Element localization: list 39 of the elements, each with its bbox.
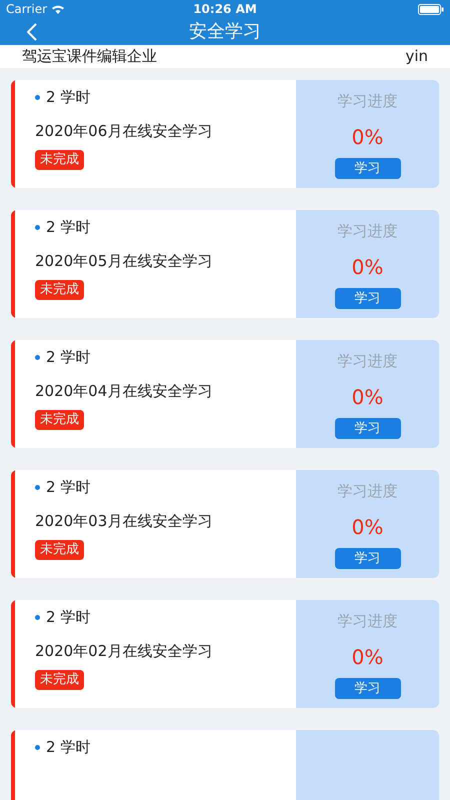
status-badge: 未完成 xyxy=(35,670,84,690)
clock-time: 10:26 AM xyxy=(193,1,257,18)
progress-value: 0% xyxy=(352,254,384,281)
study-button[interactable]: 学习 xyxy=(334,288,400,309)
status-badge: 未完成 xyxy=(35,410,84,430)
chevron-left-icon xyxy=(27,22,37,40)
course-title: 2020年03月在线安全学习 xyxy=(35,510,214,532)
wifi-icon xyxy=(51,4,66,14)
progress-label: 学习进度 xyxy=(338,90,398,112)
course-hours: 2 学时 xyxy=(46,217,90,238)
study-button[interactable]: 学习 xyxy=(334,158,400,179)
course-hours: 2 学时 xyxy=(46,607,90,628)
status-badge: 未完成 xyxy=(35,540,84,560)
course-hours: 2 学时 xyxy=(46,737,90,758)
carrier-label: Carrier xyxy=(6,1,48,18)
progress-value: 0% xyxy=(352,514,384,541)
user-name: yin xyxy=(405,46,428,67)
course-title: 2020年02月在线安全学习 xyxy=(35,640,214,662)
progress-label: 学习进度 xyxy=(338,480,398,502)
study-button[interactable]: 学习 xyxy=(334,418,400,439)
company-name: 驾运宝课件编辑企业 xyxy=(22,46,157,67)
progress-value: 0% xyxy=(352,644,384,671)
progress-label: 学习进度 xyxy=(338,610,398,632)
page-title: 安全学习 xyxy=(189,20,261,44)
course-title: 2020年04月在线安全学习 xyxy=(35,380,214,402)
course-title: 2020年05月在线安全学习 xyxy=(35,250,214,272)
progress-label: 学习进度 xyxy=(338,220,398,242)
progress-label: 学习进度 xyxy=(338,350,398,372)
course-title: 2020年06月在线安全学习 xyxy=(35,120,214,142)
course-hours: 2 学时 xyxy=(46,477,90,498)
course-hours: 2 学时 xyxy=(46,347,90,368)
progress-value: 0% xyxy=(352,384,384,411)
study-button[interactable]: 学习 xyxy=(334,678,400,699)
course-hours: 2 学时 xyxy=(46,87,90,108)
status-badge: 未完成 xyxy=(35,280,84,300)
status-badge: 未完成 xyxy=(35,150,84,170)
progress-value: 0% xyxy=(352,124,384,151)
study-button[interactable]: 学习 xyxy=(334,548,400,569)
battery-icon xyxy=(418,4,444,14)
